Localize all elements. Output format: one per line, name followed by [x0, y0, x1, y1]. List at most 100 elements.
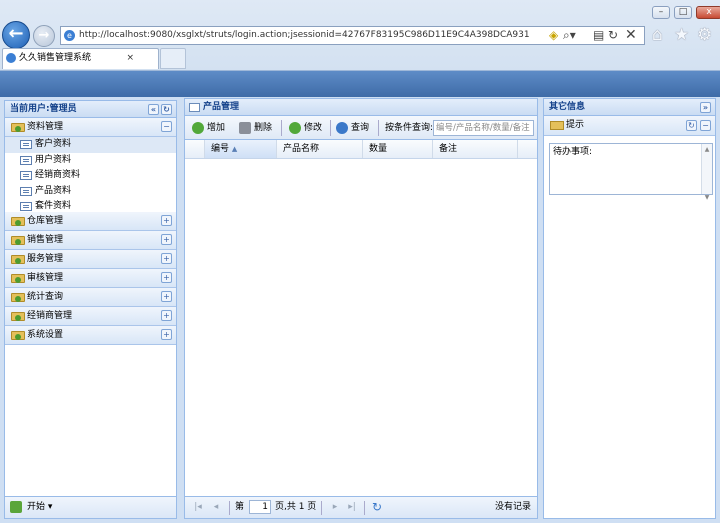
prev-page-icon[interactable]: ◂	[210, 501, 222, 513]
folder-icon	[11, 236, 25, 245]
expand-icon[interactable]: +	[161, 234, 172, 245]
accordion-header-stats[interactable]: 统计查询 +	[5, 288, 176, 307]
browser-tab[interactable]: 久久销售管理系统 ×	[2, 48, 159, 69]
tree-item-label: 用户资料	[35, 154, 72, 165]
grid-pager: |◂ ◂ 第 1 页,共 1 页 ▸ ▸| ↻ 没有记录	[185, 496, 537, 518]
tools-gear-icon[interactable]: ⚙	[697, 26, 712, 44]
tree-item-dealer[interactable]: 经销商资料	[5, 168, 176, 184]
table-icon	[189, 103, 200, 112]
tips-header: 提示 ↻ −	[544, 116, 715, 136]
tab-close-icon[interactable]: ×	[126, 49, 134, 68]
column-header-note[interactable]: 备注	[433, 140, 518, 158]
accordion-header-audit[interactable]: 审核管理 +	[5, 269, 176, 288]
compat-view-icon[interactable]: ▤	[593, 28, 604, 42]
edit-icon	[289, 122, 301, 134]
page-total: 页,共 1 页	[275, 502, 317, 512]
search-input[interactable]: 编号/产品名称/数量/备注	[433, 120, 534, 136]
search-dropdown-icon[interactable]: ⌕▾	[563, 28, 576, 42]
trash-icon	[239, 122, 251, 134]
column-header-id[interactable]: 编号 ▲	[205, 140, 277, 158]
folder-icon	[11, 274, 25, 283]
tree-item-customer[interactable]: 客户资料	[5, 137, 176, 153]
add-button[interactable]: 增加	[192, 121, 225, 135]
expand-icon[interactable]: +	[161, 215, 172, 226]
next-page-icon[interactable]: ▸	[329, 501, 341, 513]
toolbar-separator	[281, 120, 282, 136]
west-panel: 当前用户:管理员 « ↻ 资料管理 − 客户资料 用户资料 经销商资料 产品资料…	[4, 100, 177, 519]
delete-label: 删除	[254, 123, 273, 133]
pager-refresh-icon[interactable]: ↻	[371, 501, 383, 513]
query-button[interactable]: 查询	[336, 121, 369, 135]
tree-item-product[interactable]: 产品资料	[5, 184, 176, 200]
tips-title: 提示	[566, 120, 585, 130]
todo-scrollbar[interactable]: ▲ ▼	[701, 144, 712, 201]
tab-favicon-icon	[6, 53, 16, 63]
tab-title: 久久销售管理系统	[19, 53, 92, 63]
window-close-button[interactable]: x	[696, 6, 720, 19]
expand-icon[interactable]: +	[161, 310, 172, 321]
add-icon	[192, 122, 204, 134]
maximize-button[interactable]: □	[674, 6, 692, 19]
page-number-input[interactable]: 1	[249, 500, 271, 514]
row-number-header	[185, 140, 205, 158]
tree-item-label: 产品资料	[35, 185, 72, 196]
section-label: 资料管理	[27, 122, 64, 132]
new-tab-button[interactable]	[160, 48, 186, 69]
section-label: 系统设置	[27, 330, 64, 340]
accordion-header-sales[interactable]: 销售管理 +	[5, 231, 176, 250]
expand-icon[interactable]: +	[161, 329, 172, 340]
browser-chrome: – □ x ← → e http://localhost:9080/xsglxt…	[0, 0, 720, 70]
column-label: 数量	[369, 144, 388, 154]
home-icon[interactable]: ⌂	[652, 26, 663, 44]
accordion-header-dealer-mgmt[interactable]: 经销商管理 +	[5, 307, 176, 326]
tree-item-user[interactable]: 用户资料	[5, 153, 176, 169]
accordion-header-settings[interactable]: 系统设置 +	[5, 326, 176, 345]
section-label: 审核管理	[27, 273, 64, 283]
east-panel-header: 其它信息 »	[544, 99, 715, 116]
panel-refresh-icon[interactable]: ↻	[161, 104, 172, 115]
favorites-star-icon[interactable]: ★	[674, 26, 689, 44]
west-panel-header: 当前用户:管理员 « ↻	[5, 101, 176, 118]
tips-collapse-icon[interactable]: −	[700, 120, 711, 131]
compat-shield-icon[interactable]: ◈	[549, 28, 558, 42]
accordion-header-data-mgmt[interactable]: 资料管理 −	[5, 118, 176, 137]
forward-button[interactable]: →	[33, 25, 55, 47]
section-label: 仓库管理	[27, 216, 64, 226]
minimize-button[interactable]: –	[652, 6, 670, 19]
sort-asc-icon: ▲	[231, 145, 238, 153]
page-icon: e	[64, 30, 75, 41]
expand-icon[interactable]: +	[161, 291, 172, 302]
first-page-icon[interactable]: |◂	[192, 501, 204, 513]
page-prefix: 第	[235, 502, 245, 512]
back-button[interactable]: ←	[2, 21, 30, 49]
refresh-icon[interactable]: ↻	[608, 28, 618, 42]
accordion-header-service[interactable]: 服务管理 +	[5, 250, 176, 269]
collapse-right-icon[interactable]: »	[700, 102, 711, 113]
tree-item-label: 客户资料	[35, 139, 72, 149]
section-label: 统计查询	[27, 292, 64, 302]
expand-icon[interactable]: +	[161, 272, 172, 283]
tree-item-label: 套件资料	[35, 201, 72, 211]
todo-textarea[interactable]: 待办事项: ▲ ▼	[549, 143, 713, 201]
delete-button[interactable]: 删除	[239, 121, 272, 135]
section-label: 经销商管理	[27, 311, 73, 321]
collapse-left-icon[interactable]: «	[148, 104, 159, 115]
expand-icon[interactable]: +	[161, 253, 172, 264]
start-button[interactable]: 开始 ▾	[5, 496, 176, 518]
tips-refresh-icon[interactable]: ↻	[686, 120, 697, 131]
pager-separator	[321, 501, 322, 515]
column-header-name[interactable]: 产品名称	[277, 140, 363, 158]
todo-text: 待办事项:	[553, 147, 593, 157]
url-text: http://localhost:9080/xsglxt/struts/logi…	[79, 30, 530, 40]
edit-label: 修改	[304, 123, 323, 133]
grid-header: 编号 ▲ 产品名称 数量 备注	[185, 140, 537, 159]
accordion-header-warehouse[interactable]: 仓库管理 +	[5, 212, 176, 231]
center-panel-header: 产品管理	[185, 99, 537, 116]
column-header-qty[interactable]: 数量	[363, 140, 433, 158]
edit-button[interactable]: 修改	[289, 121, 322, 135]
collapse-icon[interactable]: −	[161, 121, 172, 132]
folder-icon	[11, 217, 25, 226]
last-page-icon[interactable]: ▸|	[346, 501, 358, 513]
column-label: 产品名称	[283, 144, 320, 154]
stop-icon[interactable]: ✕	[625, 28, 637, 42]
